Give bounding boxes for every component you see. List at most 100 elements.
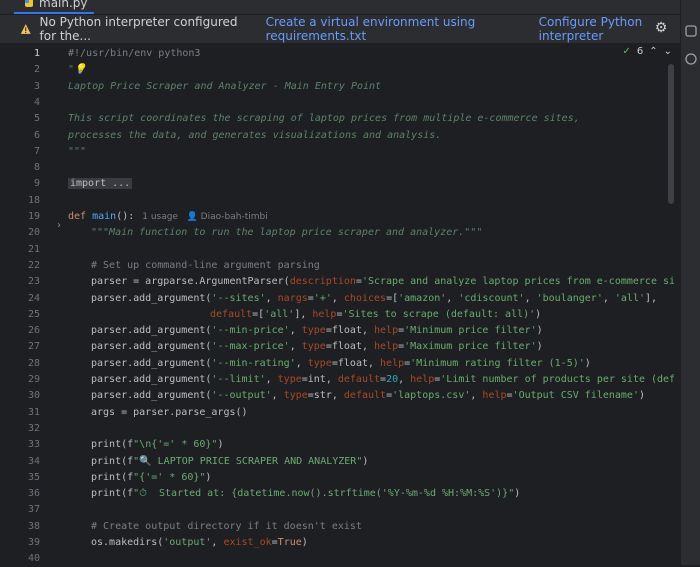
code-token: """ [68,145,87,157]
code-token: '--output' [211,390,272,402]
code-token: parser.add_argument( [91,390,212,402]
code-token: Laptop Price Scraper and Analyzer - Main… [68,80,382,92]
puzzle-icon[interactable] [684,24,698,38]
line-number: 30 [27,390,40,402]
line-number: 38 [27,520,40,532]
right-tool-strip [680,0,700,565]
line-number: 3 [33,80,40,92]
code-line: print(f"⏱ Started at: {datetime.now().st… [68,486,520,502]
line-number: 26 [27,325,40,337]
code-line: import ... [68,176,133,192]
line-number: 31 [27,406,40,418]
code-token: =float, [331,357,381,369]
create-venv-link[interactable]: Create a virtual environment using requi… [266,15,524,43]
code-token: args = parser.parse_args() [91,406,248,418]
code-token: #!/usr/bin/env python3 [68,48,201,59]
code-line: parser.add_argument('--sites', nargs='+'… [68,291,657,307]
code-token: , [211,537,224,548]
code-token: print(f [91,455,134,467]
code-token: ) [205,471,212,483]
code-token: processes the data, and generates visual… [68,129,442,141]
code-token: , [289,341,302,353]
code-token: =float, [325,341,375,353]
code-token: '--sites' [211,292,266,304]
code-token: print(f [91,471,134,483]
code-token: default [210,308,253,320]
code-token: help [374,325,399,337]
code-editor[interactable]: ✓ 6 ⌃ ⌄ 1 2 3 4 5 6 7 8 9 18 19 20 21 22 23 24 25 26 27 28 2… [0,44,680,565]
code-token: 'boulanger' [536,292,603,304]
code-token: 'cdiscount' [458,292,525,304]
code-token: True [277,537,302,548]
interpreter-warning-bar: No Python interpreter configured for the… [0,15,680,44]
code-token: help [482,390,507,402]
code-token: type [301,341,326,353]
gear-icon[interactable]: ⚙ [654,21,668,35]
code-token: parser.add_argument( [91,341,212,353]
code-token: main [92,211,117,222]
line-number: 24 [27,292,40,304]
code-token: ], [294,308,313,320]
code-token: , [470,390,483,402]
code-token: "\n{'=' * 60}" [133,439,218,451]
line-number: 33 [27,439,40,451]
code-token: ) [301,537,308,548]
usage-hint[interactable]: 1 usage 👤 Diao-bah-timbi [142,212,267,222]
ai-assistant-icon[interactable] [684,52,698,66]
code-token: , [446,292,459,304]
line-number-gutter: 1 2 3 4 5 6 7 8 9 18 19 20 21 22 23 24 25 26 27 28 29 30 31 32 3… [0,44,58,565]
code-token: (): [116,211,135,222]
code-line: # Set up command-line argument parsing [68,258,320,274]
code-token: type [277,374,302,385]
vertical-scrollbar[interactable] [668,64,674,204]
code-token: help [410,374,435,385]
code-line: """ [68,144,86,160]
python-file-icon [25,0,33,7]
code-token: ) [584,357,591,369]
code-token: ], [645,292,658,304]
code-token: type [283,390,308,402]
line-number: 19 [27,211,40,222]
line-number: 35 [27,471,40,483]
code-token: "⏱ Started at: {datetime.now().strftime(… [133,488,515,500]
line-number: 4 [33,96,40,108]
line-number: 29 [27,374,40,385]
code-line: """Main function to run the laptop price… [68,225,482,241]
code-token: 'Limit number of products per site (defa… [440,374,674,385]
code-line: print(f"{'=' * 60}") [68,470,211,486]
code-token: help [312,308,337,320]
line-number: 18 [27,194,40,206]
code-line: #!/usr/bin/env python3 [68,46,200,62]
code-token: default [343,390,387,402]
code-token: import ... [68,178,133,190]
line-number: 25 [27,308,40,320]
tab-active-indicator [14,12,94,14]
code-token: 20 [386,374,399,385]
tab-bar: main.py [0,0,680,15]
code-line: parser.add_argument('--output', type=str… [68,388,645,404]
fold-arrow-icon[interactable]: › [57,220,65,231]
code-token: type [301,325,326,337]
code-token: # Create output directory if it doesn't … [91,520,362,532]
tab-main-py[interactable]: main.py [14,0,98,10]
line-number: 5 [33,113,40,125]
code-token: ) [536,341,543,353]
code-line: print(f"\n{'=' * 60}") [68,437,223,453]
code-token: # Set up command-line argument parsing [91,259,320,271]
code-token: 'all' [614,292,645,304]
code-token: , [398,374,411,385]
line-number: 7 [33,145,40,157]
code-token: ) [362,455,369,467]
code-token: "{'=' * 60}" [133,471,206,483]
line-number: 6 [33,129,40,141]
line-number: 20 [27,227,40,239]
code-line: processes the data, and generates visual… [68,128,441,144]
code-token: 'Minimum price filter' [404,325,537,337]
code-line: parser.add_argument('--limit', type=int,… [68,372,674,388]
code-token: parser = argparse.ArgumentParser( [91,276,290,288]
line-number: 1 [33,48,40,59]
code-token: 'Scrape and analyze laptop prices from e… [361,276,674,288]
line-number: 27 [27,341,40,353]
code-token: choices [343,292,387,304]
code-area[interactable]: #!/usr/bin/env python3 "💡 Laptop Price Scr… [68,44,674,565]
